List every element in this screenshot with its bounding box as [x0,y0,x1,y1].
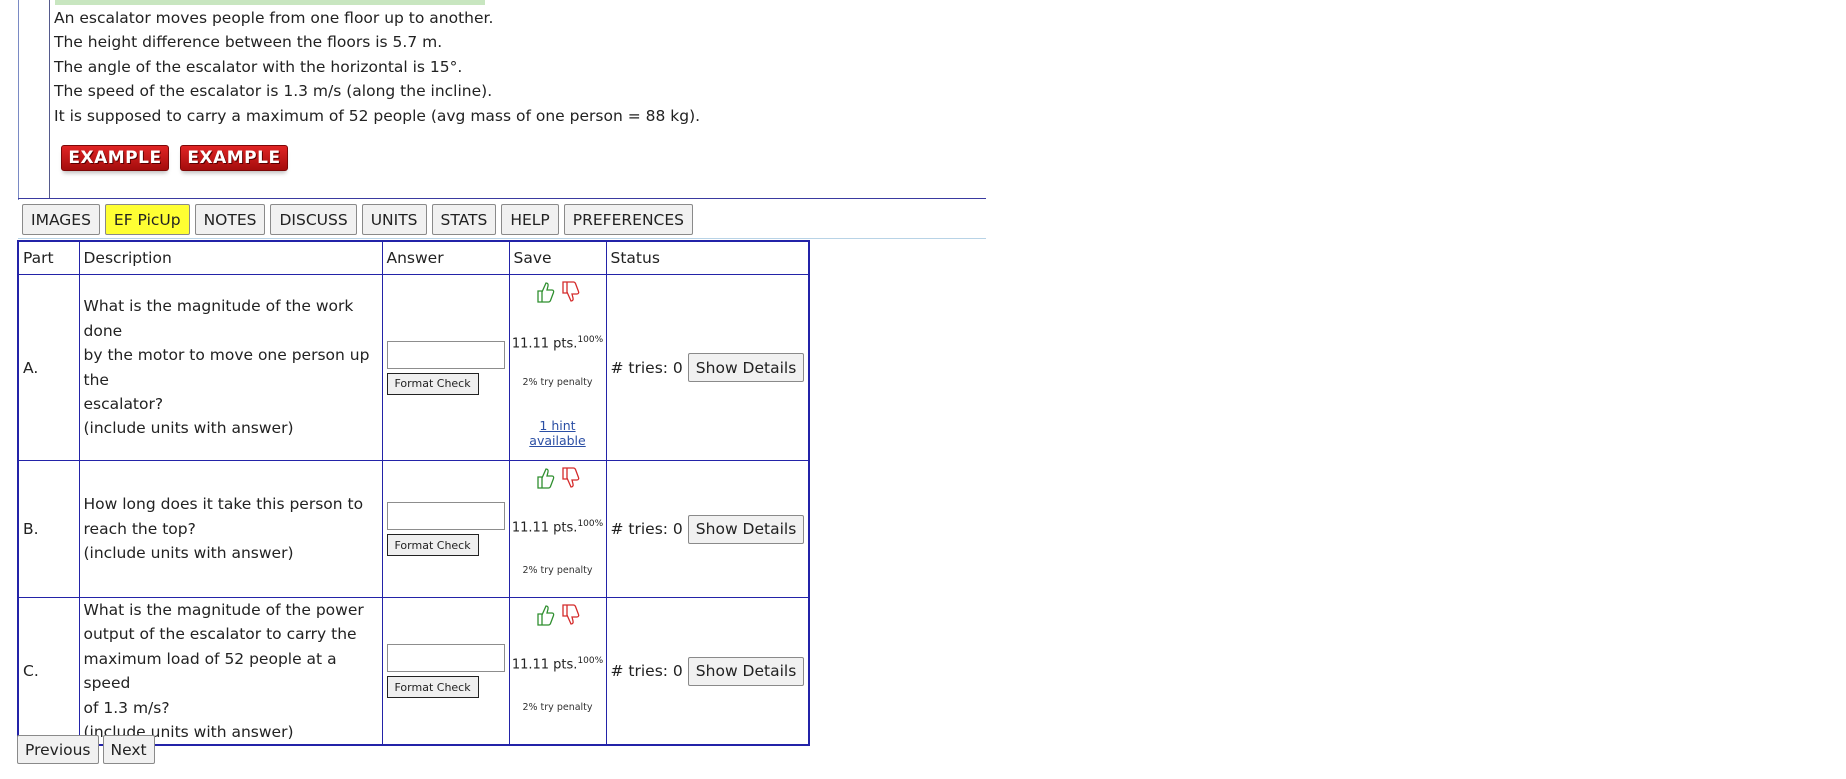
save-cell: 11.11 pts.100% 2% try penalty 1 hint ava… [508,274,607,461]
tries-count: # tries: 0 [610,520,683,538]
header-save: Save [508,240,607,275]
format-check-button[interactable]: Format Check [386,534,479,556]
points-percent: 100% [577,519,604,529]
thumbs-down-icon[interactable] [560,280,580,304]
table-row: C. What is the magnitude of the power ou… [17,597,810,746]
description-line: What is the magnitude of the work done [83,297,354,340]
format-check-button[interactable]: Format Check [386,676,479,699]
rating-icons [535,279,580,305]
tries-count: # tries: 0 [610,358,683,377]
problem-line: An escalator moves people from one floor… [54,9,494,27]
points-value: 11.11 pts.100% [512,519,603,535]
part-description: What is the magnitude of the work done b… [78,274,383,461]
tab-ef-picup[interactable]: EF PicUp [104,204,190,235]
header-status: Status [605,240,810,275]
problem-border [49,0,50,198]
parts-table: Part Description Answer Save Status A. W… [17,240,811,747]
tab-stats[interactable]: STATS [431,204,497,235]
answer-cell: Format Check [381,597,510,746]
answer-cell: Format Check [381,274,510,461]
part-description: How long does it take this person to rea… [78,460,383,598]
tab-discuss[interactable]: DISCUSS [270,204,357,235]
tab-bar: IMAGES EF PicUp NOTES DISCUSS UNITS STAT… [22,204,693,235]
points-value: 11.11 pts.100% [512,656,603,672]
try-penalty: 2% try penalty [522,702,593,714]
table-row: A. What is the magnitude of the work don… [17,274,810,461]
thumbs-up-icon[interactable] [535,466,555,490]
answer-cell: Format Check [381,460,510,598]
points-label: 11.11 pts. [511,520,578,536]
description-line: How long does it take this person to [83,495,364,514]
tab-bar-top-rule [18,198,986,199]
tab-bar-bottom-rule [18,238,986,239]
header-part: Part [17,240,80,275]
answer-input-a[interactable] [386,340,505,369]
table-row: B. How long does it take this person to … [17,460,810,598]
header-answer: Answer [381,240,510,275]
next-button[interactable]: Next [102,735,155,764]
problem-line: The angle of the escalator with the hori… [54,57,463,76]
show-details-button[interactable]: Show Details [687,353,805,382]
part-description: What is the magnitude of the power outpu… [78,597,383,746]
thumbs-up-icon[interactable] [535,280,555,304]
points-value: 11.11 pts.100% [512,335,603,351]
description-line: escalator? [83,394,164,413]
show-details-button[interactable]: Show Details [687,514,805,544]
pager: Previous Next [17,735,155,764]
tab-preferences[interactable]: PREFERENCES [563,204,693,235]
description-line: (include units with answer) [83,419,294,438]
description-line: (include units with answer) [83,544,294,563]
table-header-row: Part Description Answer Save Status [17,240,810,275]
description-line: of 1.3 m/s? [83,698,170,717]
format-check-button[interactable]: Format Check [386,372,479,395]
save-cell: 11.11 pts.100% 2% try penalty [508,597,607,746]
status-cell: # tries: 0 Show Details [605,460,810,598]
problem-line: The speed of the escalator is 1.3 m/s (a… [54,82,493,101]
status-cell: # tries: 0 Show Details [605,597,810,746]
points-percent: 100% [577,656,604,666]
tab-notes[interactable]: NOTES [194,204,266,235]
description-line: reach the top? [83,519,196,538]
save-cell: 11.11 pts.100% 2% try penalty [508,460,607,598]
show-details-button[interactable]: Show Details [687,656,805,686]
tab-help[interactable]: HELP [501,204,559,235]
description-line: by the motor to move one person up the [83,346,370,389]
tab-images[interactable]: IMAGES [22,204,100,235]
points-label: 11.11 pts. [511,657,578,673]
part-label: B. [17,460,80,598]
left-border [18,0,19,200]
answer-input-c[interactable] [386,644,505,673]
thumbs-down-icon[interactable] [560,466,580,490]
tab-units[interactable]: UNITS [361,204,427,235]
points-label: 11.11 pts. [511,336,578,352]
description-line: output of the escalator to carry the [83,625,357,644]
answer-input-b[interactable] [386,502,505,530]
part-label: C. [17,597,80,746]
part-label: A. [17,274,80,461]
example-button-2[interactable]: EXAMPLE [180,145,288,171]
description-line: maximum load of 52 people at a speed [83,649,337,693]
rating-icons [535,465,580,491]
header-description: Description [78,240,383,275]
example-button-1[interactable]: EXAMPLE [61,145,169,171]
description-line: What is the magnitude of the power [83,601,364,619]
top-progress-strip [55,0,485,5]
problem-line: The height difference between the floors… [54,33,443,52]
status-cell: # tries: 0 Show Details [605,274,810,461]
thumbs-up-icon[interactable] [535,603,555,627]
thumbs-down-icon[interactable] [560,603,580,627]
rating-icons [535,602,580,628]
problem-statement: An escalator moves people from one floor… [54,6,700,128]
previous-button[interactable]: Previous [17,735,99,764]
try-penalty: 2% try penalty [522,377,593,389]
try-penalty: 2% try penalty [522,565,593,577]
hint-link[interactable]: 1 hint available [512,418,604,448]
points-percent: 100% [577,335,604,345]
example-buttons: EXAMPLE EXAMPLE [61,145,288,171]
problem-line: It is supposed to carry a maximum of 52 … [54,106,701,125]
tries-count: # tries: 0 [610,662,683,681]
